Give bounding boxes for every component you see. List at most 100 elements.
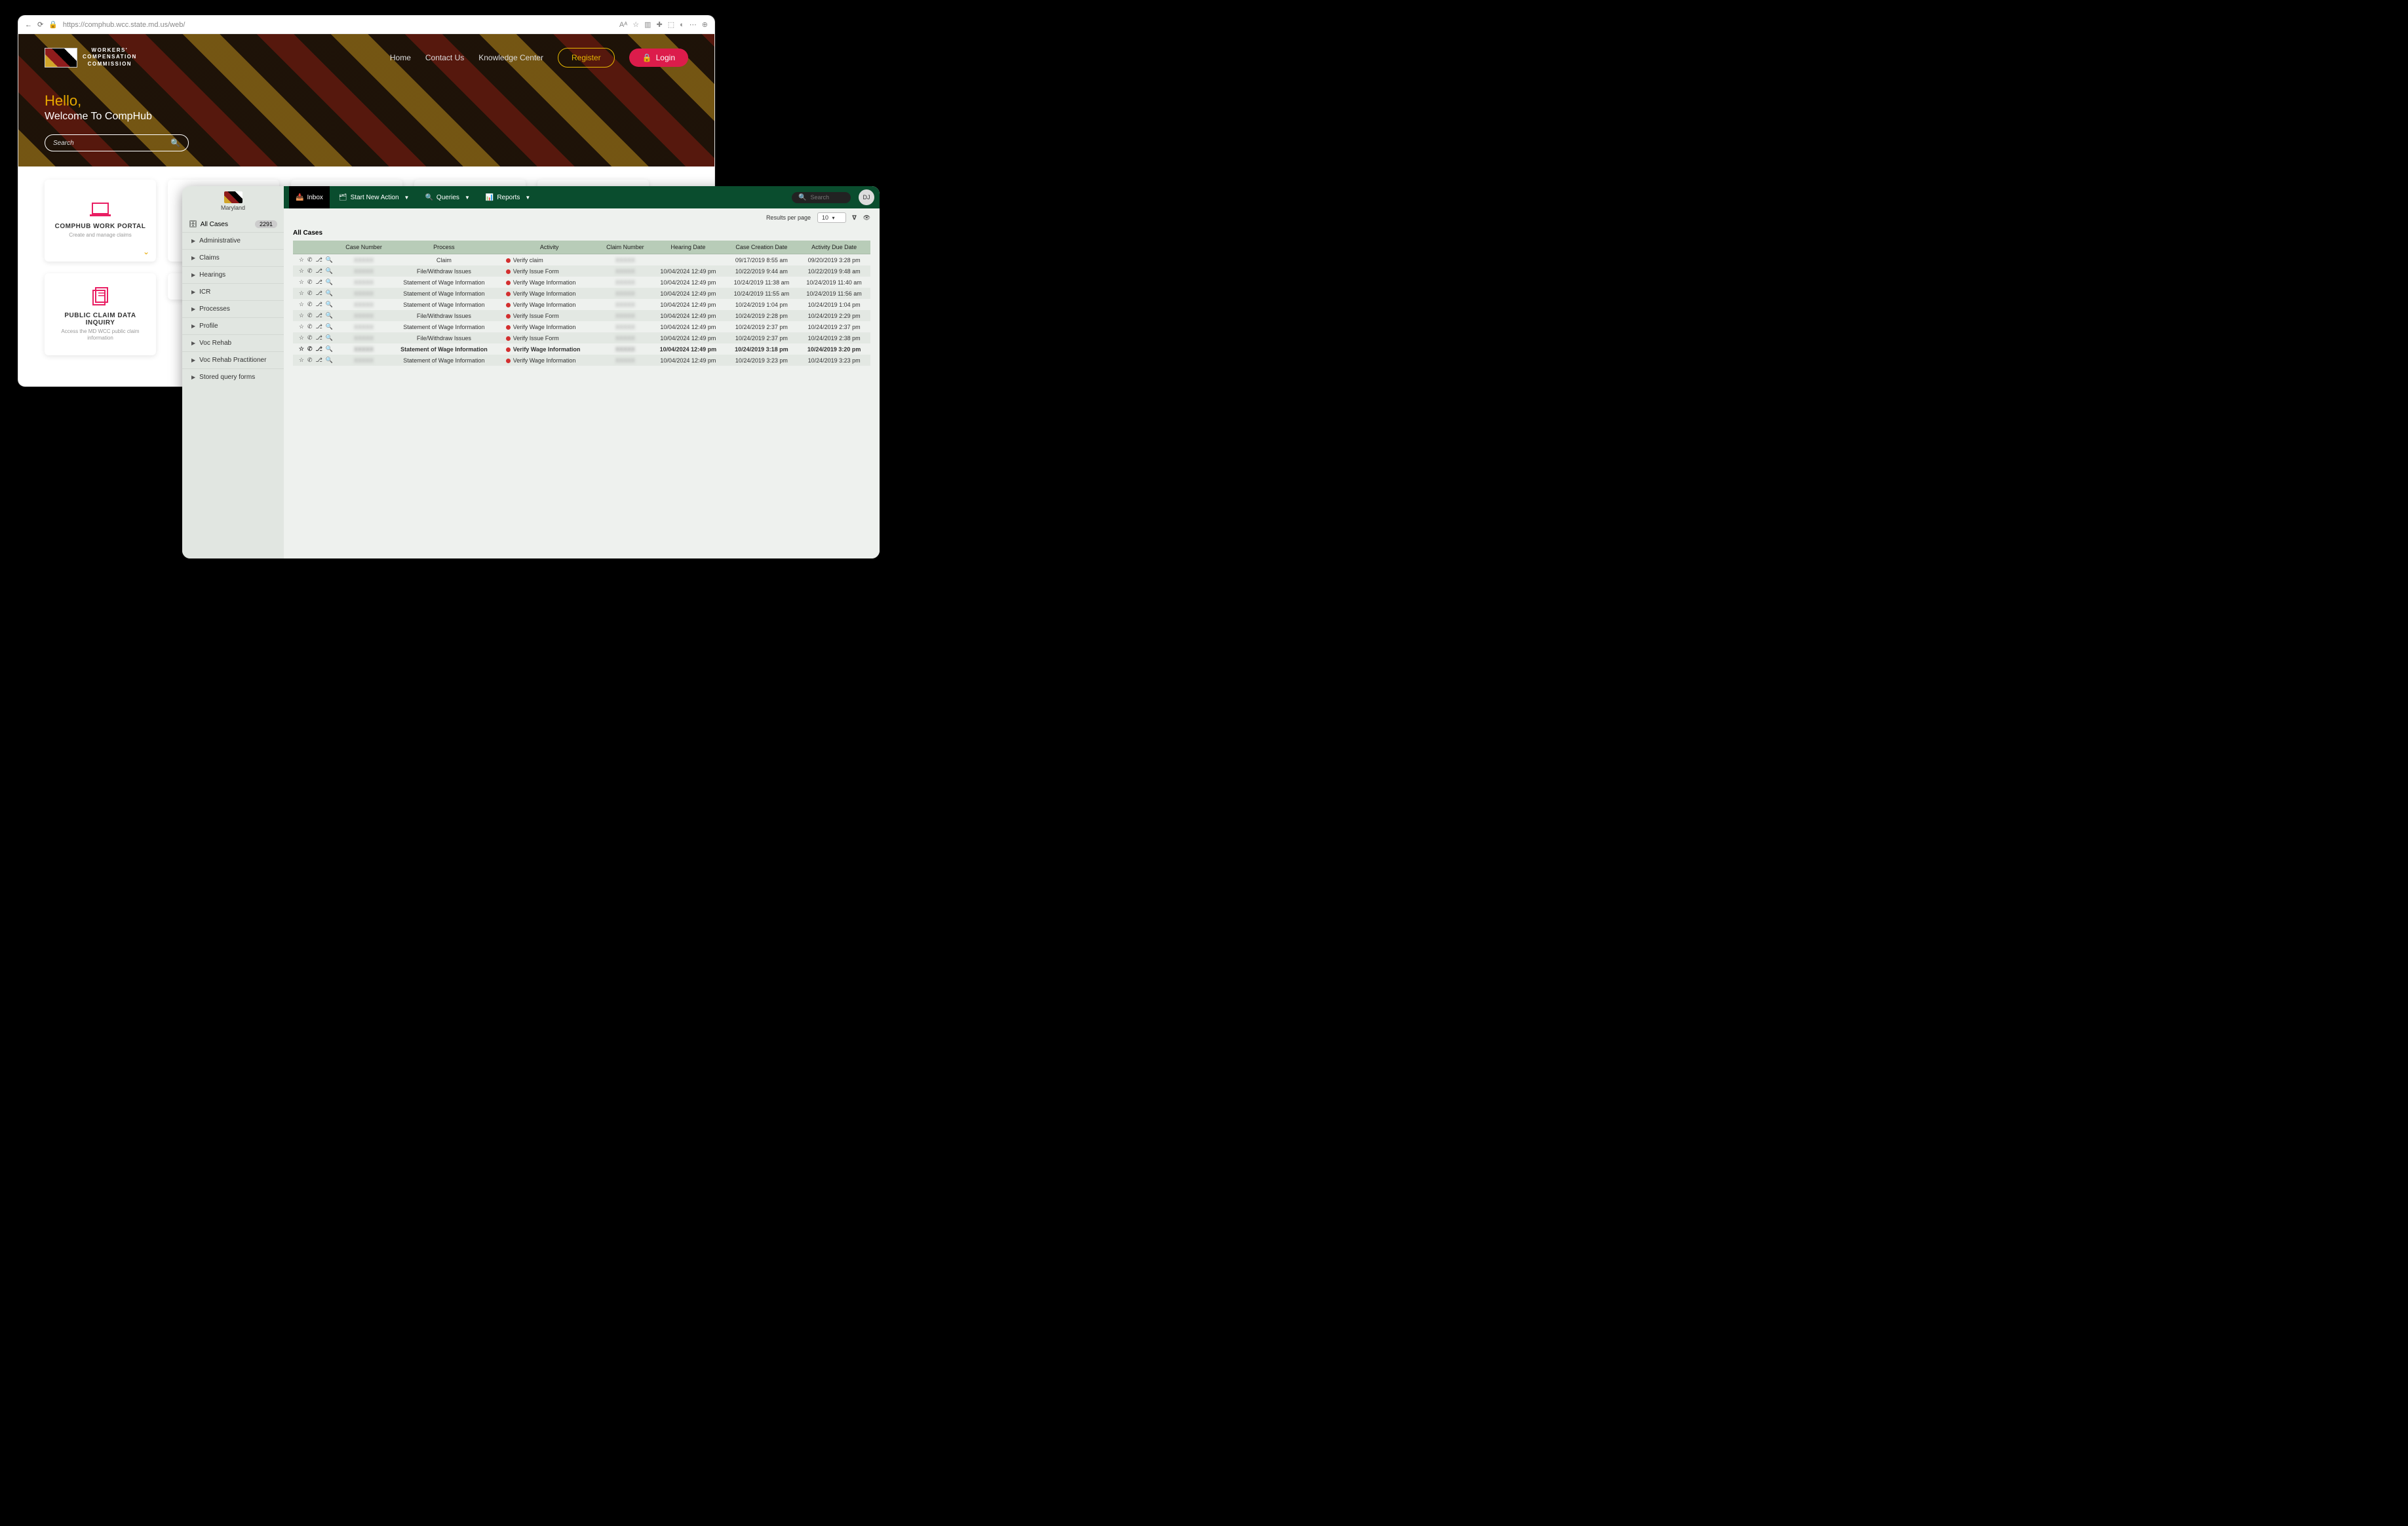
url-text[interactable]: https://comphub.wcc.state.md.us/web/ xyxy=(63,21,614,29)
hero-search-input[interactable] xyxy=(53,140,170,147)
star-icon[interactable]: ☆ xyxy=(299,267,304,275)
phone-icon[interactable]: ✆ xyxy=(307,279,313,286)
star-icon[interactable]: ☆ xyxy=(299,256,304,264)
filter-icon[interactable]: ∇ xyxy=(853,214,857,222)
search-icon[interactable]: 🔍 xyxy=(170,138,180,147)
table-row[interactable]: ☆✆⎇🔍XXXXXStatement of Wage InformationVe… xyxy=(293,299,870,310)
sidebar-item-voc-rehab[interactable]: ▶Voc Rehab xyxy=(182,334,284,351)
branch-icon[interactable]: ⎇ xyxy=(316,267,322,275)
phone-icon[interactable]: ✆ xyxy=(307,267,313,275)
phone-icon[interactable]: ✆ xyxy=(307,256,313,264)
panel-icon[interactable]: ▥ xyxy=(644,20,651,29)
star-icon[interactable]: ☆ xyxy=(299,279,304,286)
login-button[interactable]: 🔒 Login xyxy=(629,49,688,67)
sidebar-item-administrative[interactable]: ▶Administrative xyxy=(182,232,284,249)
tab-reports[interactable]: 📊 Reports ▼ xyxy=(479,186,537,208)
sidebar-item-voc-rehab-practitioner[interactable]: ▶Voc Rehab Practitioner xyxy=(182,351,284,368)
star-icon[interactable]: ☆ xyxy=(299,357,304,364)
column-header[interactable]: Process xyxy=(389,241,499,254)
card-public-claim[interactable]: PUBLIC CLAIM DATA INQUIRY Access the MD … xyxy=(45,273,156,355)
sidebar-item-icr[interactable]: ▶ICR xyxy=(182,283,284,300)
star-icon[interactable]: ☆ xyxy=(299,323,304,330)
branch-icon[interactable]: ⎇ xyxy=(316,312,322,319)
magnifier-icon[interactable]: 🔍 xyxy=(326,323,333,330)
table-row[interactable]: ☆✆⎇🔍XXXXXFile/Withdraw IssuesVerify Issu… xyxy=(293,332,870,343)
reload-icon[interactable]: ⟳ xyxy=(37,20,43,29)
topbar-search-input[interactable] xyxy=(810,194,846,201)
phone-icon[interactable]: ✆ xyxy=(307,323,313,330)
star-icon[interactable]: ☆ xyxy=(299,301,304,308)
sidebar-item-processes[interactable]: ▶Processes xyxy=(182,300,284,317)
nav-knowledge-center[interactable]: Knowledge Center xyxy=(478,53,543,62)
table-row[interactable]: ☆✆⎇🔍XXXXXClaimVerify claimXXXXX09/17/201… xyxy=(293,254,870,266)
table-row[interactable]: ☆✆⎇🔍XXXXXStatement of Wage InformationVe… xyxy=(293,355,870,366)
star-icon[interactable]: ☆ xyxy=(299,345,304,353)
magnifier-icon[interactable]: 🔍 xyxy=(326,290,333,297)
magnifier-icon[interactable]: 🔍 xyxy=(326,256,333,264)
topbar-search[interactable]: 🔍 xyxy=(792,192,851,203)
table-row[interactable]: ☆✆⎇🔍XXXXXFile/Withdraw IssuesVerify Issu… xyxy=(293,310,870,321)
branch-icon[interactable]: ⎇ xyxy=(316,345,322,353)
user-avatar[interactable]: DJ xyxy=(859,189,874,205)
card-work-portal[interactable]: COMPHUB WORK PORTAL Create and manage cl… xyxy=(45,180,156,262)
branch-icon[interactable]: ⎇ xyxy=(316,334,322,342)
nav-contact[interactable]: Contact Us xyxy=(425,53,464,62)
sidebar-item-hearings[interactable]: ▶Hearings xyxy=(182,266,284,283)
table-row[interactable]: ☆✆⎇🔍XXXXXStatement of Wage InformationVe… xyxy=(293,343,870,355)
rpp-select[interactable]: 10 ▾ xyxy=(817,212,846,223)
table-row[interactable]: ☆✆⎇🔍XXXXXFile/Withdraw IssuesVerify Issu… xyxy=(293,265,870,277)
magnifier-icon[interactable]: 🔍 xyxy=(326,267,333,275)
table-row[interactable]: ☆✆⎇🔍XXXXXStatement of Wage InformationVe… xyxy=(293,321,870,332)
assistant-icon[interactable]: ◐ xyxy=(680,21,684,29)
magnifier-icon[interactable]: 🔍 xyxy=(326,312,333,319)
register-button[interactable]: Register xyxy=(558,48,615,68)
sidebar-item-profile[interactable]: ▶Profile xyxy=(182,317,284,334)
tab-inbox[interactable]: 📥 Inbox xyxy=(289,186,330,208)
phone-icon[interactable]: ✆ xyxy=(307,301,313,308)
column-header[interactable]: Activity xyxy=(499,241,600,254)
hero-search[interactable]: 🔍 xyxy=(45,134,189,151)
branch-icon[interactable]: ⎇ xyxy=(316,357,322,364)
table-row[interactable]: ☆✆⎇🔍XXXXXStatement of Wage InformationVe… xyxy=(293,277,870,288)
visibility-icon[interactable]: 👁 xyxy=(863,214,870,222)
star-icon[interactable]: ☆ xyxy=(299,312,304,319)
tab-start-new-action[interactable]: 🗂 Start New Action ▼ xyxy=(332,186,416,208)
phone-icon[interactable]: ✆ xyxy=(307,357,313,364)
sidebar-item-claims[interactable]: ▶Claims xyxy=(182,249,284,266)
column-header[interactable] xyxy=(293,241,339,254)
phone-icon[interactable]: ✆ xyxy=(307,290,313,297)
table-row[interactable]: ☆✆⎇🔍XXXXXStatement of Wage InformationVe… xyxy=(293,288,870,299)
back-icon[interactable]: ← xyxy=(25,21,32,29)
favorite-icon[interactable]: ☆ xyxy=(632,20,639,29)
tab-queries[interactable]: 🔍 Queries ▼ xyxy=(418,186,476,208)
add-tab-icon[interactable]: ⊕ xyxy=(702,20,708,29)
sidebar-logo[interactable]: Maryland xyxy=(182,186,284,216)
extensions-icon[interactable]: ⬚ xyxy=(668,20,674,29)
branch-icon[interactable]: ⎇ xyxy=(316,279,322,286)
collections-icon[interactable]: ✚ xyxy=(657,20,663,29)
nav-home[interactable]: Home xyxy=(390,53,411,62)
phone-icon[interactable]: ✆ xyxy=(307,334,313,342)
branch-icon[interactable]: ⎇ xyxy=(316,323,322,330)
branch-icon[interactable]: ⎇ xyxy=(316,290,322,297)
brand-logo[interactable]: WORKERS' COMPENSATION COMMISSION xyxy=(45,47,137,68)
branch-icon[interactable]: ⎇ xyxy=(316,301,322,308)
magnifier-icon[interactable]: 🔍 xyxy=(326,279,333,286)
magnifier-icon[interactable]: 🔍 xyxy=(326,301,333,308)
phone-icon[interactable]: ✆ xyxy=(307,312,313,319)
read-aloud-icon[interactable]: Aᴬ xyxy=(619,21,627,29)
column-header[interactable]: Activity Due Date xyxy=(798,241,870,254)
sidebar-all-cases[interactable]: 🗄 All Cases 2291 xyxy=(182,216,284,232)
magnifier-icon[interactable]: 🔍 xyxy=(326,345,333,353)
column-header[interactable]: Claim Number xyxy=(600,241,651,254)
column-header[interactable]: Case Number xyxy=(339,241,389,254)
magnifier-icon[interactable]: 🔍 xyxy=(326,334,333,342)
sidebar-item-stored-query-forms[interactable]: ▶Stored query forms xyxy=(182,368,284,385)
magnifier-icon[interactable]: 🔍 xyxy=(326,357,333,364)
column-header[interactable]: Case Creation Date xyxy=(726,241,798,254)
star-icon[interactable]: ☆ xyxy=(299,334,304,342)
branch-icon[interactable]: ⎇ xyxy=(316,256,322,264)
column-header[interactable]: Hearing Date xyxy=(651,241,725,254)
star-icon[interactable]: ☆ xyxy=(299,290,304,297)
phone-icon[interactable]: ✆ xyxy=(307,345,313,353)
